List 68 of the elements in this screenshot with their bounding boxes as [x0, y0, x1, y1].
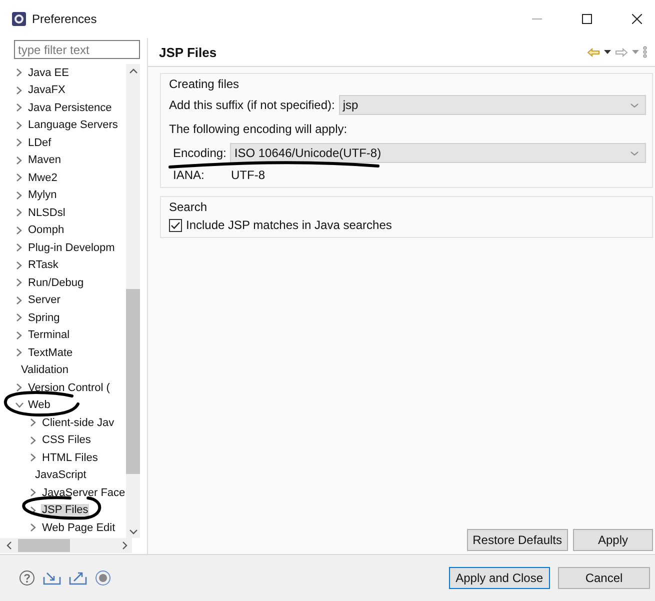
tree-item[interactable]: Run/Debug [27, 276, 85, 289]
dropdown-icon[interactable] [604, 50, 611, 54]
tree-item[interactable]: Web [27, 399, 52, 412]
field-label: IANA: [173, 168, 206, 182]
caret-icon [630, 150, 639, 156]
tree-item[interactable]: Oomph [27, 224, 66, 236]
checkbox-label: Include JSP matches in Java searches [186, 218, 392, 232]
tree-item[interactable]: RTask [27, 259, 60, 272]
help-icon[interactable] [19, 570, 35, 586]
tree-item[interactable]: TextMate [27, 346, 74, 359]
tree-item[interactable]: JSP Files [41, 504, 90, 516]
chevron-icon[interactable] [16, 383, 23, 392]
tree-item[interactable]: CSS Files [41, 434, 92, 446]
tree-item[interactable]: Language Servers [27, 119, 119, 132]
app-icon [12, 12, 26, 26]
group-label: Creating files [169, 77, 240, 91]
window-title: Preferences [32, 12, 97, 26]
tree-item[interactable]: Server [27, 294, 62, 306]
caret-icon [630, 102, 639, 108]
scroll-down-icon[interactable] [128, 529, 138, 535]
tree-item[interactable]: JavaServer Face [41, 486, 126, 499]
field-value: UTF-8 [231, 168, 265, 182]
dialog-button[interactable]: Restore Defaults [466, 529, 568, 551]
page-title: JSP Files [159, 44, 217, 60]
forward-arrow-icon[interactable] [615, 48, 628, 56]
tree-item[interactable]: Validation [20, 364, 70, 376]
tree-item[interactable]: Version Control ( [27, 382, 111, 394]
record-icon[interactable] [95, 570, 111, 586]
filter-field[interactable]: type filter text [14, 40, 140, 59]
suffix-dropdown[interactable]: jsp [338, 95, 646, 115]
tree-item[interactable]: Mylyn [27, 189, 58, 202]
field-label: Encoding: [173, 146, 226, 160]
horizontal-scrollbar[interactable] [0, 538, 132, 553]
back-arrow-icon[interactable] [587, 48, 600, 56]
more-icon[interactable] [643, 46, 647, 58]
tree-item[interactable]: Mwe2 [27, 172, 58, 184]
field-label: Add this suffix (if not specified): [169, 98, 335, 112]
encoding-dropdown[interactable]: ISO 10646/Unicode(UTF-8) [230, 143, 646, 163]
tree-item[interactable]: Spring [27, 312, 61, 324]
scroll-up-icon[interactable] [128, 68, 138, 74]
dialog-button[interactable]: Apply [573, 529, 653, 551]
tree-item[interactable]: LDef [27, 136, 52, 149]
scroll-thumb[interactable] [126, 289, 140, 474]
tree-item[interactable]: Java EE [27, 66, 70, 79]
group-label: Search [169, 200, 208, 214]
tree-item[interactable]: JavaFX [27, 84, 66, 96]
scroll-left-icon[interactable] [6, 541, 12, 550]
note-text: The following encoding will apply: [169, 122, 348, 136]
scroll-thumb[interactable] [18, 539, 70, 552]
checkbox[interactable] [169, 218, 182, 232]
tree-item[interactable]: Client-side Jav [41, 416, 116, 429]
tree-item[interactable]: Plug-in Developm [27, 242, 116, 254]
tree-item[interactable]: HTML Files [41, 452, 99, 464]
tree-item[interactable]: Terminal [27, 329, 71, 342]
tree-item[interactable]: Java Persistence [27, 102, 113, 114]
scroll-right-icon[interactable] [122, 541, 128, 550]
close-icon[interactable] [632, 14, 642, 24]
tree-item[interactable]: JavaScript [34, 469, 88, 482]
tree-item[interactable]: Web Page Edit [41, 522, 116, 534]
dialog-button[interactable]: Apply and Close [448, 567, 550, 589]
dialog-button[interactable]: Cancel [558, 567, 650, 589]
scrollbar[interactable] [126, 64, 140, 538]
export-icon[interactable] [69, 571, 87, 585]
tree-item[interactable]: Maven [27, 154, 62, 166]
import-icon[interactable] [43, 571, 61, 585]
tree-item[interactable]: NLSDsl [27, 206, 66, 219]
maximize-icon[interactable] [582, 14, 592, 24]
chevron-icon[interactable] [30, 506, 37, 515]
